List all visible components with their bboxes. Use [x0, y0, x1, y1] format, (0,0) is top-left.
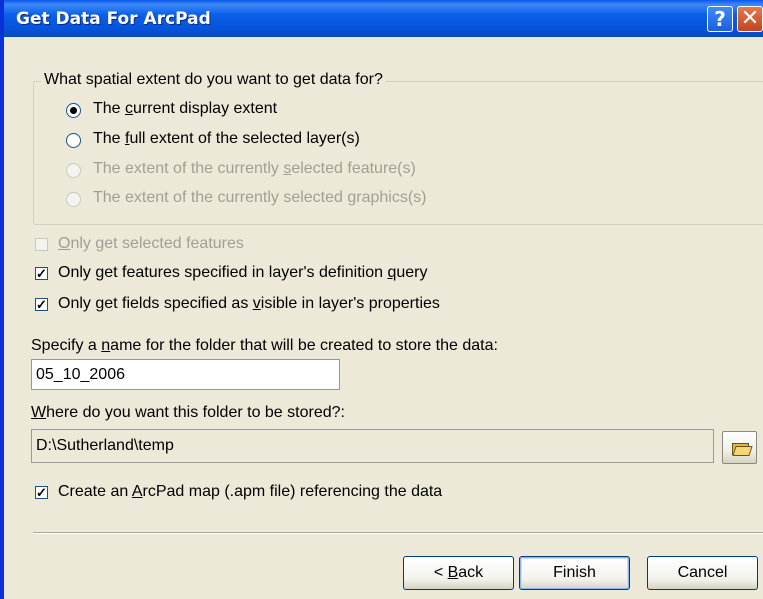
- checkbox-definition-query-label[interactable]: Only get features specified in layer's d…: [58, 264, 427, 282]
- browse-folder-button[interactable]: [722, 431, 757, 464]
- checkbox-visible-fields-label[interactable]: Only get fields specified as visible in …: [58, 295, 440, 313]
- back-button[interactable]: < Back: [403, 556, 514, 590]
- radio-full-extent-layers[interactable]: [66, 133, 81, 148]
- folder-name-input[interactable]: [31, 359, 340, 390]
- radio-selected-graphics-extent: [66, 192, 81, 207]
- window-title: Get Data For ArcPad: [16, 9, 211, 29]
- separator: [33, 532, 763, 534]
- radio-current-display-extent[interactable]: [66, 103, 81, 118]
- dialog-window: Get Data For ArcPad ? ✕ What spatial ext…: [0, 0, 763, 599]
- spatial-extent-legend: What spatial extent do you want to get d…: [41, 71, 386, 89]
- checkbox-only-selected-features: [35, 238, 48, 251]
- radio-selected-graphics-extent-label: The extent of the currently selected gra…: [93, 189, 427, 206]
- title-bar[interactable]: Get Data For ArcPad ? ✕: [4, 0, 763, 37]
- checkbox-create-arcpad-map-label[interactable]: Create an ArcPad map (.apm file) referen…: [58, 483, 442, 501]
- radio-current-display-extent-label[interactable]: The current display extent: [93, 100, 277, 118]
- folder-location-field[interactable]: [31, 429, 714, 463]
- folder-location-label: Where do you want this folder to be stor…: [31, 404, 345, 421]
- help-button[interactable]: ?: [707, 6, 733, 32]
- radio-full-extent-layers-label[interactable]: The full extent of the selected layer(s): [93, 130, 360, 148]
- radio-selected-features-extent: [66, 163, 81, 178]
- radio-selected-features-extent-label: The extent of the currently selected fea…: [93, 160, 416, 177]
- checkbox-visible-fields[interactable]: ✓: [35, 298, 48, 311]
- checkbox-definition-query[interactable]: ✓: [35, 267, 48, 280]
- folder-name-label: Specify a name for the folder that will …: [31, 337, 498, 354]
- finish-button[interactable]: Finish: [519, 556, 630, 590]
- cancel-button[interactable]: Cancel: [647, 556, 758, 590]
- checkbox-create-arcpad-map[interactable]: ✓: [35, 486, 48, 499]
- checkbox-only-selected-features-label: Only get selected features: [58, 235, 244, 252]
- close-button[interactable]: ✕: [737, 6, 763, 32]
